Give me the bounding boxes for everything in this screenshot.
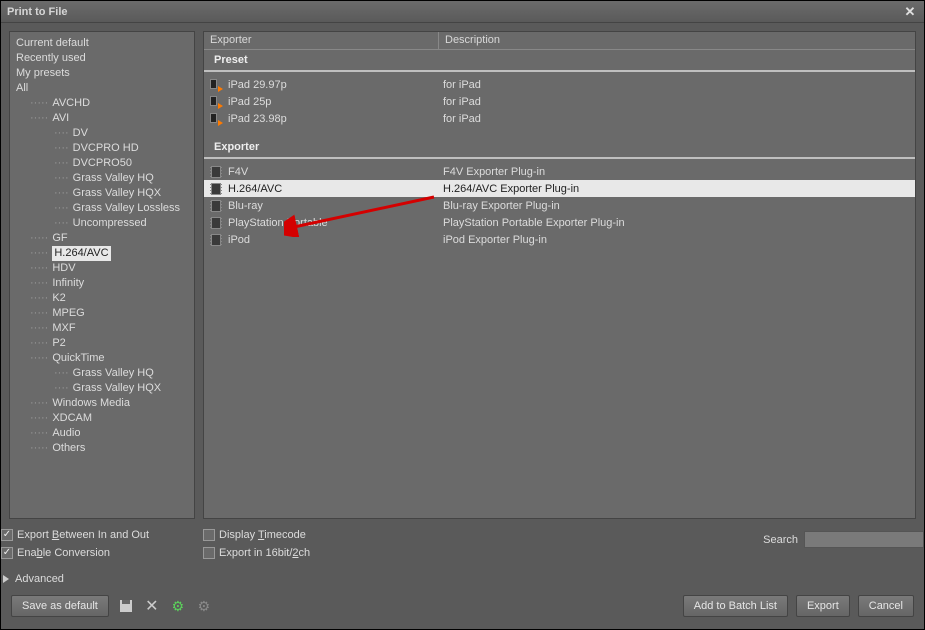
preset-icon xyxy=(208,95,224,109)
tree-item-hdv[interactable]: ·····HDV xyxy=(16,261,194,276)
group-header-exporter: Exporter xyxy=(204,137,915,159)
save-icon[interactable] xyxy=(117,597,135,615)
table-row[interactable]: PlayStation PortablePlayStation Portable… xyxy=(204,214,915,231)
tree-item-gf[interactable]: ·····GF xyxy=(16,231,194,246)
tree-item-gv-hq[interactable]: ····Grass Valley HQ xyxy=(16,171,194,186)
checkbox-icon xyxy=(203,547,215,559)
enable-conversion-checkbox[interactable]: Enable Conversion xyxy=(1,547,195,559)
tree-item-mpeg[interactable]: ·····MPEG xyxy=(16,306,194,321)
display-timecode-checkbox[interactable]: Display Timecode xyxy=(203,529,763,541)
tree-item-others[interactable]: ·····Others xyxy=(16,441,194,456)
film-icon xyxy=(208,233,224,247)
checkbox-icon xyxy=(203,529,215,541)
settings-disabled-icon[interactable]: ⚙ xyxy=(195,597,213,615)
cancel-button[interactable]: Cancel xyxy=(858,595,914,617)
chk-label: Export in 16bit/2ch xyxy=(219,547,310,559)
exporter-table: Exporter Description Preset iPad 29.97pf… xyxy=(203,31,916,519)
tree-item-dv[interactable]: ····DV xyxy=(16,126,194,141)
chk-label: Display Timecode xyxy=(219,529,306,541)
table-row[interactable]: Blu-rayBlu-ray Exporter Plug-in xyxy=(204,197,915,214)
table-row[interactable]: iPodiPod Exporter Plug-in xyxy=(204,231,915,248)
tree-item-h264avc[interactable]: ·····H.264/AVC xyxy=(16,246,194,261)
settings-active-icon[interactable]: ⚙ xyxy=(169,597,187,615)
tree-item-avchd[interactable]: ·····AVCHD xyxy=(16,96,194,111)
add-batch-button[interactable]: Add to Batch List xyxy=(683,595,788,617)
delete-icon[interactable]: ✕ xyxy=(143,597,161,615)
tree-item-qt-gv-hq[interactable]: ····Grass Valley HQ xyxy=(16,366,194,381)
tree-item-dvcpro-hd[interactable]: ····DVCPRO HD xyxy=(16,141,194,156)
tree-item-my-presets[interactable]: My presets xyxy=(16,66,194,81)
tree-item-infinity[interactable]: ·····Infinity xyxy=(16,276,194,291)
preset-icon xyxy=(208,78,224,92)
tree-item-qt-gv-hqx[interactable]: ····Grass Valley HQX xyxy=(16,381,194,396)
footer: Save as default ✕ ⚙ ⚙ Add to Batch List … xyxy=(1,591,924,629)
advanced-toggle[interactable]: Advanced xyxy=(1,565,195,591)
print-to-file-dialog: Print to File ✕ Current default Recently… xyxy=(0,0,925,630)
tree-item-gv-hqx[interactable]: ····Grass Valley HQX xyxy=(16,186,194,201)
tree-item-uncompressed[interactable]: ····Uncompressed xyxy=(16,216,194,231)
close-icon[interactable]: ✕ xyxy=(902,5,918,19)
group-header-preset: Preset xyxy=(204,50,915,72)
search-label: Search xyxy=(763,534,798,546)
titlebar: Print to File ✕ xyxy=(1,1,924,23)
table-row[interactable]: F4VF4V Exporter Plug-in xyxy=(204,163,915,180)
col-description[interactable]: Description xyxy=(439,32,915,49)
film-icon xyxy=(208,182,224,196)
checkbox-icon xyxy=(1,529,13,541)
chevron-right-icon xyxy=(3,575,9,583)
table-row[interactable]: iPad 29.97pfor iPad xyxy=(204,76,915,93)
table-row[interactable]: iPad 23.98pfor iPad xyxy=(204,110,915,127)
table-row-selected[interactable]: H.264/AVCH.264/AVC Exporter Plug-in xyxy=(204,180,915,197)
tree-item-gv-lossless[interactable]: ····Grass Valley Lossless xyxy=(16,201,194,216)
preset-tree: Current default Recently used My presets… xyxy=(9,31,195,519)
chk-label: Export Between In and Out xyxy=(17,529,149,541)
export-16bit-checkbox[interactable]: Export in 16bit/2ch xyxy=(203,547,763,559)
tree-item-avi[interactable]: ·····AVI xyxy=(16,111,194,126)
chk-label: Enable Conversion xyxy=(17,547,110,559)
col-exporter[interactable]: Exporter xyxy=(204,32,439,49)
checkbox-icon xyxy=(1,547,13,559)
tree-item-quicktime[interactable]: ·····QuickTime xyxy=(16,351,194,366)
tree-item-audio[interactable]: ·····Audio xyxy=(16,426,194,441)
tree-item-dvcpro50[interactable]: ····DVCPRO50 xyxy=(16,156,194,171)
table-row[interactable]: iPad 25pfor iPad xyxy=(204,93,915,110)
export-button[interactable]: Export xyxy=(796,595,850,617)
export-between-checkbox[interactable]: Export Between In and Out xyxy=(1,529,195,541)
tree-item-recently-used[interactable]: Recently used xyxy=(16,51,194,66)
search-input[interactable] xyxy=(804,531,924,548)
film-icon xyxy=(208,199,224,213)
film-icon xyxy=(208,216,224,230)
tree-item-all[interactable]: All xyxy=(16,81,194,96)
tree-item-current-default[interactable]: Current default xyxy=(16,36,194,51)
preset-icon xyxy=(208,112,224,126)
tree-item-mxf[interactable]: ·····MXF xyxy=(16,321,194,336)
tree-item-xdcam[interactable]: ·····XDCAM xyxy=(16,411,194,426)
tree-item-p2[interactable]: ·····P2 xyxy=(16,336,194,351)
table-header: Exporter Description xyxy=(204,32,915,50)
film-icon xyxy=(208,165,224,179)
tree-item-k2[interactable]: ·····K2 xyxy=(16,291,194,306)
tree-item-windows-media[interactable]: ·····Windows Media xyxy=(16,396,194,411)
save-default-button[interactable]: Save as default xyxy=(11,595,109,617)
window-title: Print to File xyxy=(7,6,68,18)
